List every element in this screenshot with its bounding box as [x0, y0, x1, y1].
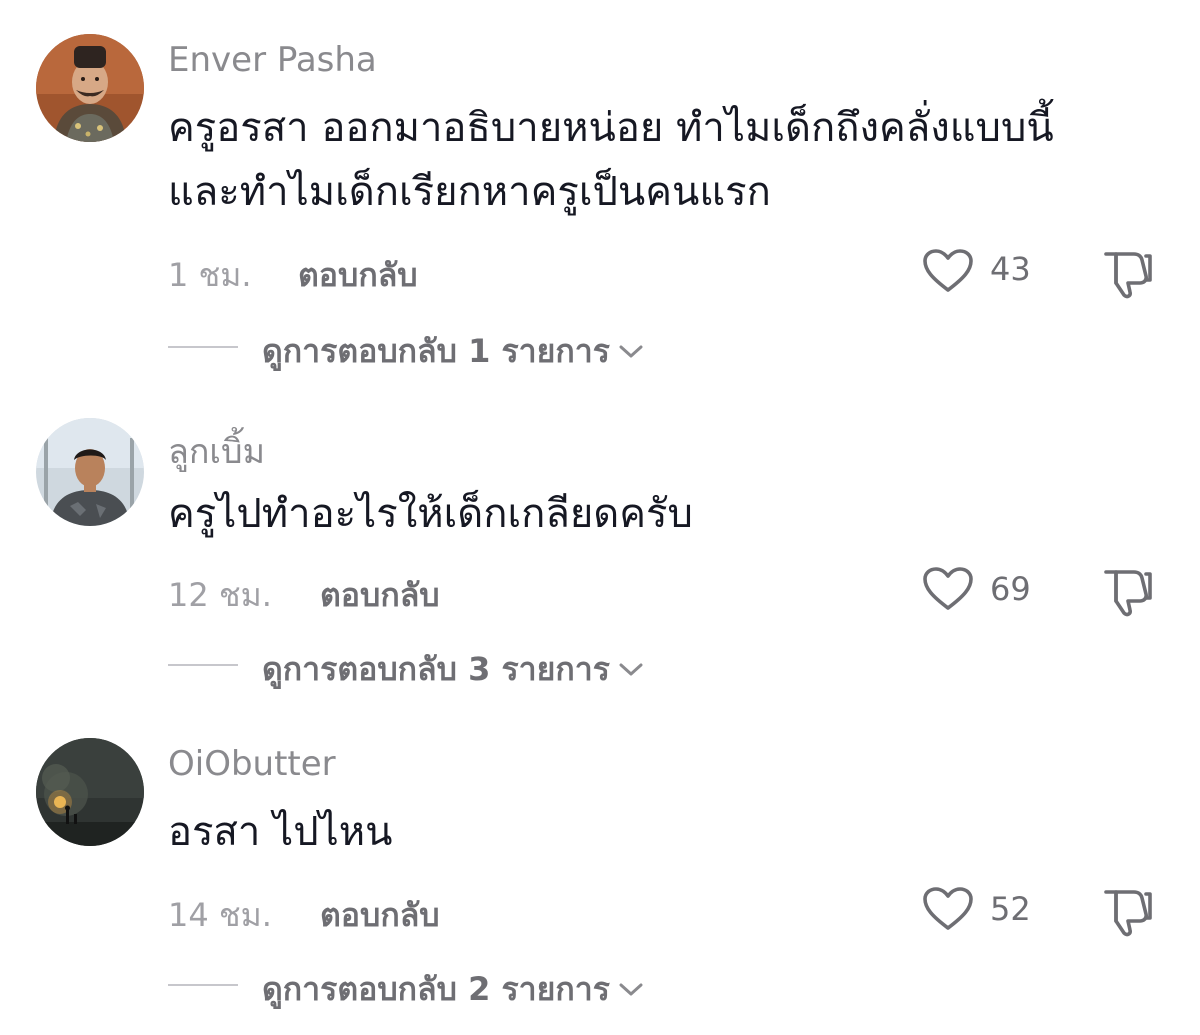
like-button[interactable]	[922, 886, 978, 934]
comment-text-line: ครูอรสา ออกมาอธิบายหน่อย ทำไมเด็กถึงคลั่…	[168, 105, 1054, 151]
heart-outline-icon	[922, 886, 978, 932]
view-replies-button[interactable]: ดูการตอบกลับ 3 รายการ	[262, 644, 644, 695]
comment-time: 12 ชม.	[168, 576, 272, 614]
dislike-button[interactable]	[1100, 246, 1156, 302]
avatar[interactable]	[36, 738, 144, 846]
like-count: 69	[990, 570, 1031, 608]
thumbs-down-icon	[1100, 246, 1156, 300]
thumbs-down-icon	[1100, 564, 1156, 618]
comment-text-line: อรสา ไปไหน	[168, 809, 393, 855]
view-replies-button[interactable]: ดูการตอบกลับ 2 รายการ	[262, 964, 644, 1015]
dislike-button[interactable]	[1100, 564, 1156, 620]
night-scene-avatar	[36, 738, 144, 846]
reply-button[interactable]: ตอบกลับ	[320, 890, 440, 941]
thumbs-down-icon	[1100, 884, 1156, 938]
view-replies-button[interactable]: ดูการตอบกลับ 1 รายการ	[262, 326, 644, 377]
username[interactable]: ลูกเบิ้ม	[168, 424, 265, 478]
dislike-button[interactable]	[1100, 884, 1156, 940]
chevron-down-icon	[618, 982, 644, 998]
view-replies-label: ดูการตอบกลับ 2 รายการ	[262, 970, 610, 1008]
chevron-down-icon	[618, 662, 644, 678]
view-replies-label: ดูการตอบกลับ 1 รายการ	[262, 332, 610, 370]
chevron-down-icon	[618, 344, 644, 360]
portrait-officer-avatar	[36, 34, 144, 142]
like-count: 52	[990, 890, 1031, 928]
heart-outline-icon	[922, 566, 978, 612]
comment-time: 1 ชม.	[168, 256, 252, 294]
divider	[168, 664, 238, 666]
heart-outline-icon	[922, 248, 978, 294]
reply-button[interactable]: ตอบกลับ	[298, 250, 418, 301]
avatar[interactable]	[36, 34, 144, 142]
view-replies-label: ดูการตอบกลับ 3 รายการ	[262, 650, 610, 688]
young-man-avatar	[36, 418, 144, 526]
avatar[interactable]	[36, 418, 144, 526]
username[interactable]: Enver Pasha	[168, 40, 377, 80]
like-button[interactable]	[922, 248, 978, 296]
like-count: 43	[990, 250, 1031, 288]
comment-text-line: และทำไมเด็กเรียกหาครูเป็นคนแรก	[168, 169, 771, 215]
reply-button[interactable]: ตอบกลับ	[320, 570, 440, 621]
comment-text-line: ครูไปทำอะไรให้เด็กเกลียดครับ	[168, 491, 693, 537]
username[interactable]: OiObutter	[168, 744, 336, 784]
divider	[168, 984, 238, 986]
divider	[168, 346, 238, 348]
comment-time: 14 ชม.	[168, 896, 272, 934]
like-button[interactable]	[922, 566, 978, 614]
